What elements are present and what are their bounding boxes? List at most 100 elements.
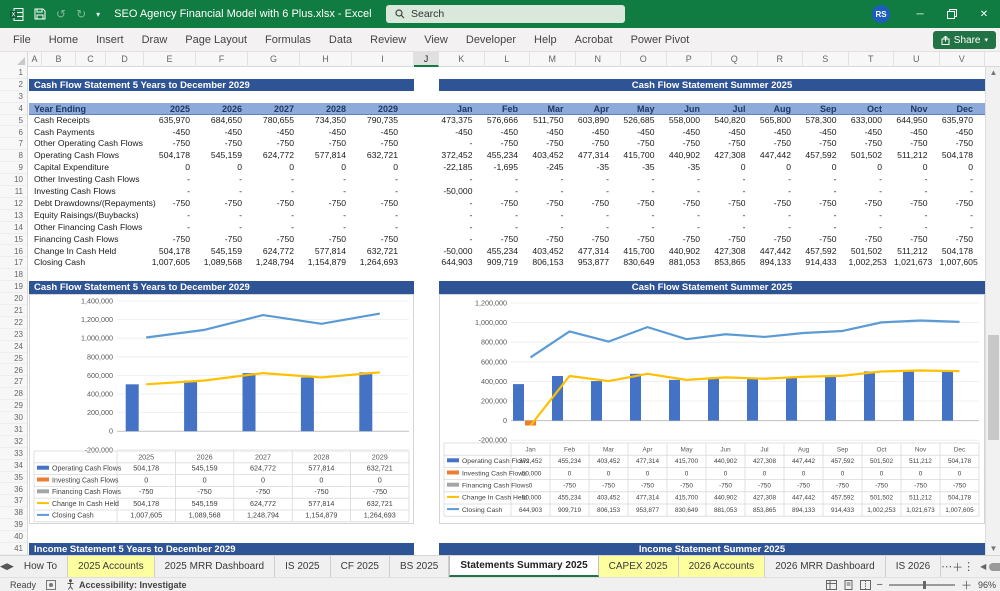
hscroll-left-icon[interactable]: ◀ xyxy=(980,562,986,571)
cell[interactable]: - xyxy=(894,186,928,198)
cell[interactable]: -750 xyxy=(621,198,654,210)
zoom-out-button[interactable]: − xyxy=(877,579,883,591)
row-header-24[interactable]: 24 xyxy=(0,341,27,353)
cell[interactable]: -750 xyxy=(144,234,190,246)
cell[interactable]: 403,452 xyxy=(530,246,563,258)
cell[interactable]: - xyxy=(940,222,973,234)
sheet-tab-2025-accounts[interactable]: 2025 Accounts xyxy=(68,556,155,577)
cell[interactable]: 0 xyxy=(300,162,346,174)
cell[interactable]: -450 xyxy=(667,127,700,139)
cell[interactable]: 0 xyxy=(352,162,398,174)
cell[interactable]: - xyxy=(849,174,882,186)
cell[interactable]: -750 xyxy=(352,198,398,210)
cell[interactable]: - xyxy=(712,222,746,234)
cell[interactable]: - xyxy=(758,210,791,222)
cell[interactable]: -750 xyxy=(300,198,346,210)
cell[interactable]: -750 xyxy=(576,234,609,246)
cell[interactable]: - xyxy=(849,186,882,198)
cell[interactable]: - xyxy=(196,222,242,234)
row-header-38[interactable]: 38 xyxy=(0,507,27,520)
normal-view-icon[interactable] xyxy=(825,579,837,590)
cell[interactable]: -750 xyxy=(849,198,882,210)
column-header-J[interactable]: J xyxy=(414,52,439,67)
cell[interactable]: 504,178 xyxy=(940,246,973,258)
cell[interactable]: 440,902 xyxy=(667,150,700,162)
row-header-33[interactable]: 33 xyxy=(0,448,27,460)
cell[interactable]: 457,592 xyxy=(803,150,836,162)
row-header-29[interactable]: 29 xyxy=(0,400,27,413)
sheet-tab-is-2025[interactable]: IS 2025 xyxy=(275,556,331,577)
cell[interactable]: - xyxy=(712,174,746,186)
chart-cashflow-summer[interactable]: 1,200,000 1,000,000 800,000 600,000 400,000 2… xyxy=(439,294,985,525)
cell[interactable]: -750 xyxy=(894,138,927,150)
sheet-tab-2026-mrr-dashboard[interactable]: 2026 MRR Dashboard xyxy=(765,556,886,577)
cell[interactable]: - xyxy=(712,210,746,222)
cell[interactable]: - xyxy=(940,174,973,186)
cell[interactable]: - xyxy=(196,210,242,222)
cell[interactable]: -750 xyxy=(144,138,190,150)
ribbon-tab-file[interactable]: File xyxy=(4,34,40,46)
new-sheet-button[interactable]: ＋ xyxy=(952,556,963,577)
cell[interactable]: 806,153 xyxy=(530,257,563,269)
row-header-28[interactable]: 28 xyxy=(0,388,27,401)
cell[interactable]: - xyxy=(439,198,473,210)
cell[interactable]: -750 xyxy=(621,138,654,150)
cell[interactable]: 0 xyxy=(712,162,746,174)
ribbon-tab-acrobat[interactable]: Acrobat xyxy=(566,34,622,46)
cell[interactable]: -450 xyxy=(248,127,294,139)
column-header-H[interactable]: H xyxy=(300,52,352,67)
cell[interactable]: 0 xyxy=(803,162,837,174)
cell[interactable]: -450 xyxy=(485,127,518,139)
cell[interactable]: 953,877 xyxy=(576,257,609,269)
row-header-34[interactable]: 34 xyxy=(0,460,27,472)
cell[interactable]: - xyxy=(300,222,346,234)
sheet-tab-2025-mrr-dashboard[interactable]: 2025 MRR Dashboard xyxy=(155,556,276,577)
row-header-7[interactable]: 7 xyxy=(0,138,27,151)
cell[interactable]: 644,903 xyxy=(439,257,472,269)
row-header-18[interactable]: 18 xyxy=(0,269,27,282)
cell[interactable]: - xyxy=(300,210,346,222)
cell[interactable]: -750 xyxy=(576,138,609,150)
cell[interactable]: -750 xyxy=(803,198,836,210)
ribbon-tab-home[interactable]: Home xyxy=(40,34,87,46)
cell[interactable]: -750 xyxy=(712,234,745,246)
cell[interactable]: -450 xyxy=(530,127,563,139)
cell[interactable]: 415,700 xyxy=(621,246,654,258)
cell[interactable]: - xyxy=(621,186,655,198)
cell[interactable]: 830,649 xyxy=(621,257,654,269)
cell[interactable]: -750 xyxy=(758,234,791,246)
cell[interactable]: -750 xyxy=(803,138,836,150)
row-header-20[interactable]: 20 xyxy=(0,293,27,305)
column-header-Q[interactable]: Q xyxy=(712,52,758,67)
zoom-slider[interactable] xyxy=(888,580,955,589)
cell[interactable]: 0 xyxy=(196,162,242,174)
cell[interactable]: 632,721 xyxy=(352,150,398,162)
row-header-12[interactable]: 12 xyxy=(0,198,27,210)
cell[interactable]: - xyxy=(248,186,294,198)
cell[interactable]: - xyxy=(144,174,190,186)
cell[interactable]: - xyxy=(576,186,609,198)
cell[interactable]: 1,007,605 xyxy=(144,257,190,269)
cell[interactable]: 501,502 xyxy=(849,246,882,258)
cell[interactable]: 603,890 xyxy=(576,115,609,127)
cell[interactable]: 540,820 xyxy=(712,115,745,127)
row-header-17[interactable]: 17 xyxy=(0,257,27,270)
cell[interactable]: 1,002,253 xyxy=(849,257,887,269)
macro-record-icon[interactable] xyxy=(46,579,57,590)
sheet-tab-capex-2025[interactable]: CAPEX 2025 xyxy=(598,556,679,577)
cell[interactable]: 1,248,794 xyxy=(248,257,294,269)
column-header-S[interactable]: S xyxy=(803,52,849,67)
row-header-40[interactable]: 40 xyxy=(0,531,27,543)
scroll-up-icon[interactable]: ▲ xyxy=(986,67,1000,79)
cell[interactable]: -750 xyxy=(485,234,518,246)
cell[interactable]: -35 xyxy=(576,162,609,174)
cell[interactable]: -245 xyxy=(530,162,563,174)
row-header-23[interactable]: 23 xyxy=(0,329,27,341)
cell[interactable]: 684,650 xyxy=(196,115,242,127)
tabs-scroll-left-icon[interactable]: ◀ xyxy=(0,556,7,577)
cell[interactable]: - xyxy=(576,210,609,222)
cell[interactable]: 447,442 xyxy=(758,150,791,162)
cell[interactable]: 565,800 xyxy=(758,115,791,127)
row-header-8[interactable]: 8 xyxy=(0,150,27,163)
chart-cashflow-5yr[interactable]: 1,400,000 1,200,000 1,000,000 800,000 600,00… xyxy=(29,294,414,525)
